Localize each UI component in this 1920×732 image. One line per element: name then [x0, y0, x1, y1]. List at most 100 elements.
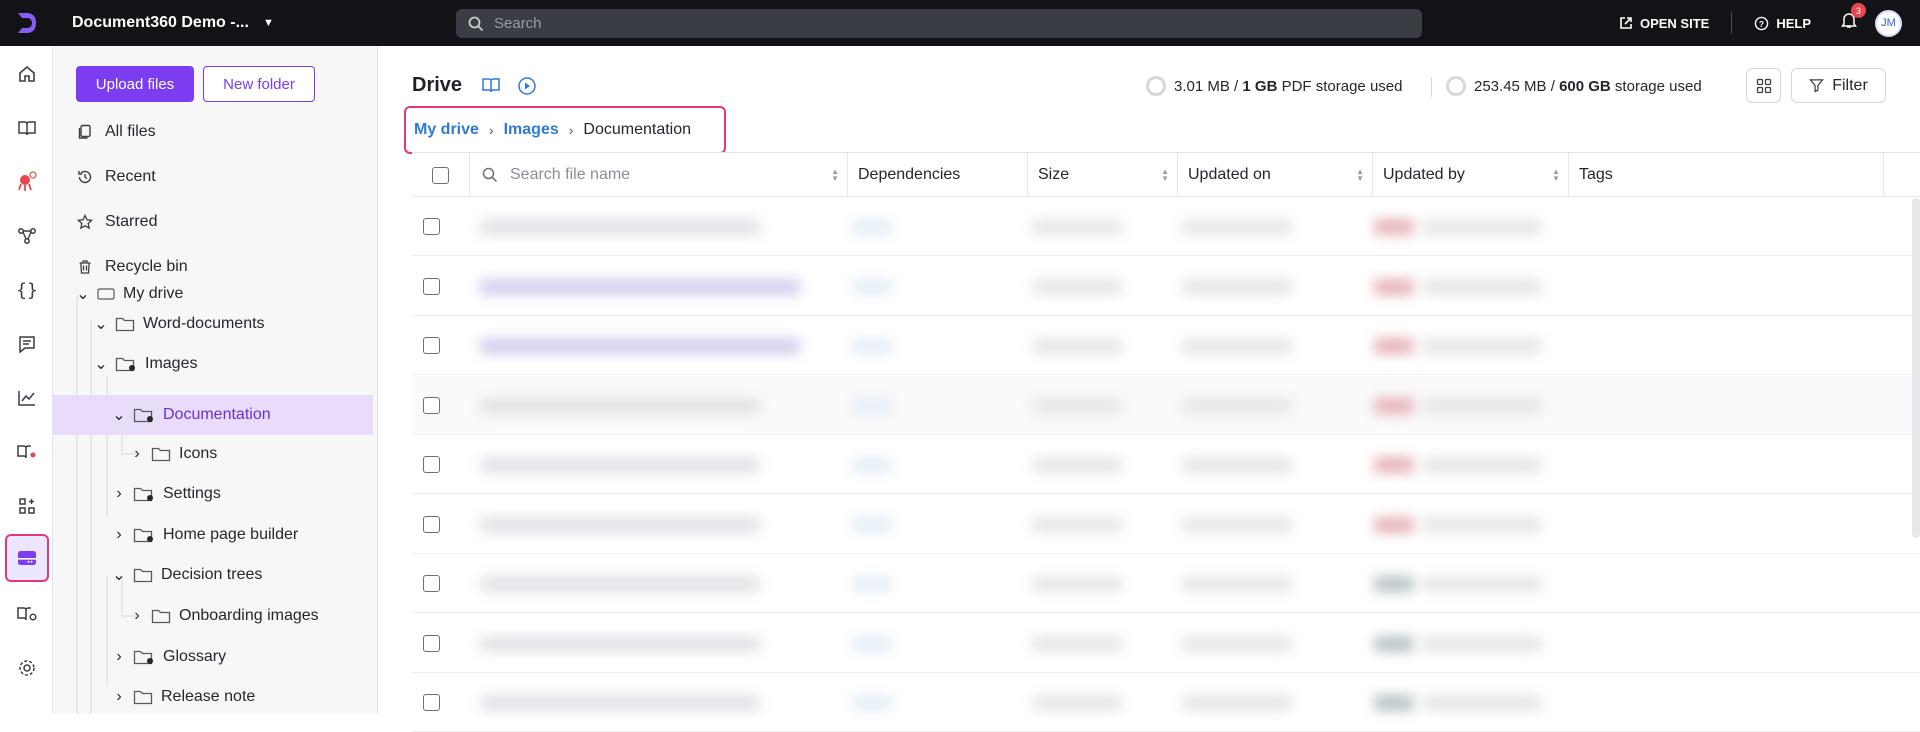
tree-item-images[interactable]: ⌄ Images: [53, 345, 373, 383]
column-updated-by[interactable]: Updated by ▲ ▼: [1373, 153, 1569, 197]
table-row[interactable]: [412, 495, 1920, 554]
row-checkbox[interactable]: [423, 277, 440, 295]
chevron-right-icon: ›: [116, 485, 122, 502]
updated-by-cell: [1422, 219, 1542, 235]
drive-icon[interactable]: [5, 534, 49, 582]
select-all-checkbox[interactable]: [432, 166, 449, 184]
svg-text:?: ?: [1759, 18, 1764, 28]
help-button[interactable]: ? HELP: [1754, 16, 1811, 31]
tree-item-glossary[interactable]: › Glossary: [53, 638, 373, 676]
updated-by-avatar: [1374, 516, 1414, 533]
tree-item-word-documents[interactable]: ⌄ Word-documents: [53, 305, 373, 343]
pdf-storage-indicator: 3.01 MB / 1 GB PDF storage used: [1146, 76, 1402, 96]
storage-used: 253.45 MB: [1474, 77, 1547, 95]
feedback-icon[interactable]: [9, 326, 45, 362]
knowledge-base-portal-icon[interactable]: [9, 434, 45, 470]
dependencies-cell: [852, 397, 892, 414]
vertical-scrollbar[interactable]: [1912, 198, 1920, 538]
chevron-right-icon: ›: [568, 122, 574, 138]
row-checkbox[interactable]: [423, 694, 440, 711]
tree-item-documentation[interactable]: ⌄ Documentation: [53, 395, 373, 435]
analytics-icon[interactable]: [9, 380, 45, 416]
documentation-icon[interactable]: [9, 110, 45, 146]
play-video-icon[interactable]: [517, 76, 537, 101]
storage-label: storage used: [1610, 77, 1702, 95]
sort-icon[interactable]: ▲ ▼: [1356, 168, 1364, 183]
file-name-cell: [480, 338, 800, 354]
table-row[interactable]: [412, 316, 1920, 375]
column-label: Updated by: [1383, 166, 1465, 183]
column-tags[interactable]: Tags: [1569, 153, 1884, 197]
icon-rail: {}: [0, 46, 53, 714]
sort-icon[interactable]: ▲ ▼: [1552, 168, 1560, 183]
settings-book-icon[interactable]: [9, 596, 45, 632]
open-site-button[interactable]: OPEN SITE: [1619, 16, 1709, 31]
updated-by-cell: [1422, 338, 1542, 354]
notifications-button[interactable]: 3: [1841, 3, 1866, 34]
open-site-label: OPEN SITE: [1639, 15, 1710, 31]
project-switcher[interactable]: Document360 Demo -... ▼: [72, 14, 274, 32]
api-icon[interactable]: {}: [9, 272, 45, 308]
updated-by-cell: [1422, 635, 1542, 652]
row-checkbox[interactable]: [423, 456, 440, 473]
chevron-right-icon: ›: [116, 688, 122, 705]
table-row[interactable]: [412, 435, 1920, 494]
table-header: Search file name ▲ ▼ Dependencies Size ▲ ▼ …: [412, 153, 1920, 197]
caret-down-icon: ▼: [262, 17, 274, 29]
folder-icon: [151, 446, 171, 462]
divider: [1731, 12, 1733, 34]
chevron-down-icon: ⌄: [112, 567, 126, 584]
chevron-right-icon: ›: [134, 607, 140, 624]
home-icon[interactable]: [9, 56, 45, 92]
settings-gear-icon[interactable]: [9, 650, 45, 686]
breadcrumb-my-drive[interactable]: My drive: [414, 121, 479, 139]
grid-view-button[interactable]: [1746, 68, 1781, 103]
document360-logo-icon[interactable]: [0, 0, 54, 46]
tree-item-release-note[interactable]: › Release note: [53, 678, 373, 714]
updated-by-cell: [1422, 457, 1542, 473]
size-cell: [1032, 397, 1122, 414]
tree-item-home-page-builder[interactable]: › Home page builder: [53, 516, 373, 554]
row-checkbox[interactable]: [423, 515, 440, 533]
updated-by-avatar: [1374, 695, 1414, 711]
help-label: HELP: [1776, 15, 1811, 31]
file-search-input[interactable]: Search file name: [510, 166, 630, 184]
user-avatar[interactable]: JM: [1875, 9, 1902, 37]
ai-assistant-icon[interactable]: [9, 164, 45, 200]
tree-label: Word-documents: [143, 315, 265, 332]
column-updated-on[interactable]: Updated on ▲ ▼: [1178, 153, 1373, 197]
table-row[interactable]: [412, 257, 1920, 316]
table-row[interactable]: [412, 673, 1920, 732]
sort-icon[interactable]: ▲ ▼: [831, 168, 839, 183]
row-checkbox[interactable]: [423, 337, 440, 354]
table-row[interactable]: [412, 614, 1920, 673]
global-search-input[interactable]: Search: [456, 9, 1422, 38]
breadcrumb-images[interactable]: Images: [504, 121, 559, 139]
tree-item-decision-trees[interactable]: ⌄ Decision trees: [53, 556, 373, 594]
updated-on-cell: [1182, 457, 1292, 473]
sort-icon[interactable]: ▲ ▼: [1161, 168, 1169, 183]
column-dependencies[interactable]: Dependencies: [848, 153, 1028, 197]
row-checkbox[interactable]: [423, 575, 440, 592]
tree-item-icons[interactable]: › Icons: [53, 435, 373, 473]
row-checkbox[interactable]: [423, 634, 440, 652]
row-checkbox[interactable]: [423, 396, 440, 414]
apps-icon[interactable]: [9, 488, 45, 524]
column-name[interactable]: Search file name ▲ ▼: [470, 153, 848, 197]
tree-label: Glossary: [163, 648, 227, 665]
tree-item-settings[interactable]: › Settings: [53, 475, 373, 513]
table-row[interactable]: [412, 375, 1920, 435]
tree-item-onboarding-images[interactable]: › Onboarding images: [53, 597, 373, 635]
filter-label: Filter: [1832, 76, 1868, 94]
workflow-icon[interactable]: [9, 218, 45, 254]
pdf-storage-label: PDF storage used: [1277, 77, 1403, 95]
table-row[interactable]: [412, 197, 1920, 256]
book-icon[interactable]: [481, 76, 501, 101]
row-checkbox[interactable]: [423, 218, 440, 235]
dependencies-cell: [852, 338, 892, 354]
column-size[interactable]: Size ▲ ▼: [1028, 153, 1178, 197]
folder-icon: [133, 567, 153, 583]
updated-by-cell: [1422, 576, 1542, 592]
filter-button[interactable]: Filter: [1791, 68, 1886, 103]
table-row[interactable]: [412, 554, 1920, 613]
